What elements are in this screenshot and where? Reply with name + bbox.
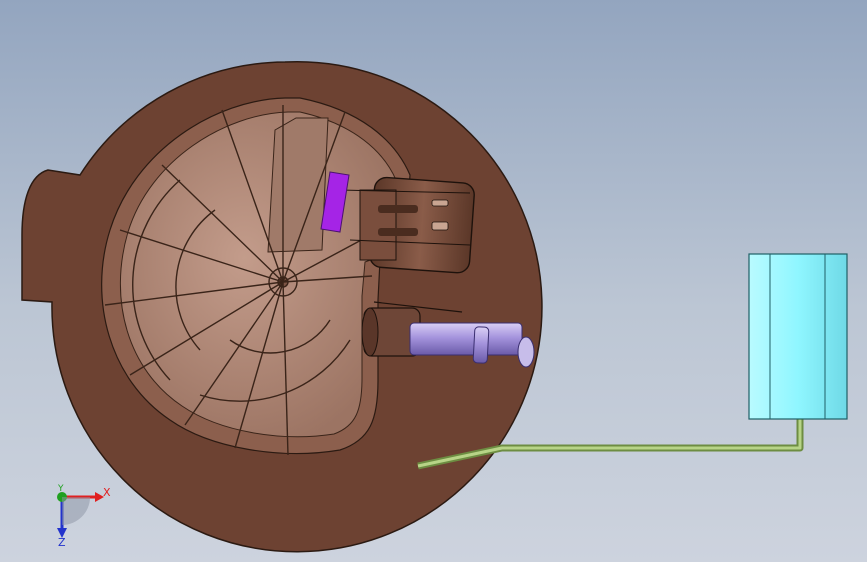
sensor-block[interactable] <box>748 253 848 420</box>
triad-z-label: Z <box>58 536 66 549</box>
cad-graphics-viewport[interactable]: X Y Z <box>0 0 867 562</box>
triad-x-label: X <box>103 486 111 499</box>
coordinate-triad <box>57 492 104 538</box>
triad-y-label: Y <box>58 484 64 494</box>
cad-model-scene[interactable] <box>0 0 867 562</box>
electrical-connector[interactable] <box>339 176 475 274</box>
